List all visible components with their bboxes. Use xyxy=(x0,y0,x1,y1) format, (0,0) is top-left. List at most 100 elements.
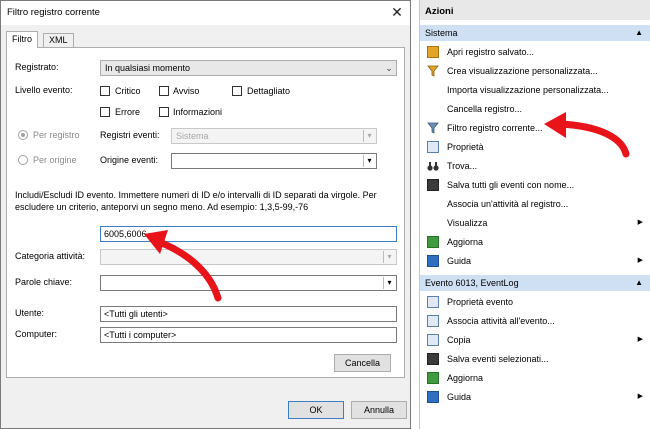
action-cancella-registro[interactable]: Cancella registro... xyxy=(420,100,650,118)
refresh-icon xyxy=(427,236,439,248)
save-icon xyxy=(427,353,439,365)
action-label: Cancella registro... xyxy=(447,104,523,114)
computer-input[interactable]: <Tutti i computer> xyxy=(100,327,397,343)
action-salva-tutti[interactable]: Salva tutti gli eventi con nome... xyxy=(420,176,650,194)
dettagliato-checkbox[interactable] xyxy=(232,86,242,96)
utente-input[interactable]: <Tutti gli utenti> xyxy=(100,306,397,322)
filter-icon xyxy=(427,122,439,134)
categoria-label: Categoria attività: xyxy=(15,251,86,261)
registrato-label: Registrato: xyxy=(15,62,59,72)
folder-icon xyxy=(427,46,439,58)
action-associa-evento[interactable]: Associa attività all'evento... xyxy=(420,312,650,330)
registri-label: Registri eventi: xyxy=(100,130,160,140)
errore-checkbox[interactable] xyxy=(100,107,110,117)
action-importa-visualizzazione[interactable]: Importa visualizzazione personalizzata..… xyxy=(420,81,650,99)
action-label: Aggiorna xyxy=(447,373,484,383)
categoria-select[interactable]: ▾ xyxy=(100,249,397,265)
chevron-down-icon: ▾ xyxy=(383,277,395,289)
action-apri-registro[interactable]: Apri registro salvato... xyxy=(420,43,650,61)
action-proprieta[interactable]: Proprietà xyxy=(420,138,650,156)
actions-header: Azioni xyxy=(420,0,650,20)
help-icon xyxy=(427,255,439,267)
action-crea-visualizzazione[interactable]: Crea visualizzazione personalizzata... xyxy=(420,62,650,80)
origine-label: Origine eventi: xyxy=(100,155,159,165)
action-filtro-registro[interactable]: Filtro registro corrente... xyxy=(420,119,650,137)
copy-icon xyxy=(427,334,439,346)
dettagliato-label: Dettagliato xyxy=(247,86,291,96)
registrato-value: In qualsiasi momento xyxy=(105,63,191,73)
submenu-arrow-icon: ▶ xyxy=(637,393,643,400)
action-label: Guida xyxy=(447,256,472,266)
computer-label: Computer: xyxy=(15,329,58,339)
computer-value: <Tutti i computer> xyxy=(104,330,177,340)
refresh-icon xyxy=(427,372,439,384)
avviso-label: Avviso xyxy=(173,86,200,96)
submenu-arrow-icon: ▶ xyxy=(637,257,643,264)
per-origine-radio[interactable] xyxy=(18,155,28,165)
informazioni-label: Informazioni xyxy=(173,107,223,117)
action-aggiorna[interactable]: Aggiorna xyxy=(420,233,650,251)
event-id-value: 6005,6006 xyxy=(104,229,147,239)
avviso-checkbox[interactable] xyxy=(159,86,169,96)
action-label: Salva tutti gli eventi con nome... xyxy=(447,180,575,190)
action-salva-eventi[interactable]: Salva eventi selezionati... xyxy=(420,350,650,368)
registri-value: Sistema xyxy=(176,131,209,141)
parole-label: Parole chiave: xyxy=(15,277,73,287)
action-trova[interactable]: Trova... xyxy=(420,157,650,175)
action-associa-attivita[interactable]: Associa un'attività al registro... xyxy=(420,195,650,213)
filter-dialog: Filtro registro corrente ✕ Filtro XML Re… xyxy=(0,0,411,429)
close-icon[interactable]: ✕ xyxy=(384,1,410,25)
utente-label: Utente: xyxy=(15,308,45,318)
action-guida-evento[interactable]: Guida ▶ xyxy=(420,388,650,406)
ok-button[interactable]: OK xyxy=(288,401,344,419)
task-icon xyxy=(427,315,439,327)
action-label: Filtro registro corrente... xyxy=(447,123,543,133)
filter-icon xyxy=(427,65,439,77)
section-evento[interactable]: Evento 6013, EventLog ▲ xyxy=(420,275,650,291)
dialog-titlebar: Filtro registro corrente ✕ xyxy=(1,1,410,25)
collapse-icon[interactable]: ▲ xyxy=(635,275,643,291)
chevron-down-icon: ▾ xyxy=(363,130,375,142)
tab-filtro[interactable]: Filtro xyxy=(6,31,38,48)
dialog-title: Filtro registro corrente xyxy=(7,7,100,18)
action-label: Guida xyxy=(447,392,472,402)
cancella-button[interactable]: Cancella xyxy=(334,354,391,372)
registrato-select[interactable]: In qualsiasi momento ⌄ xyxy=(100,60,397,76)
properties-icon xyxy=(427,141,439,153)
section-sistema[interactable]: Sistema ▲ xyxy=(420,25,650,41)
id-description: Includi/Escludi ID evento. Immettere num… xyxy=(15,190,377,212)
action-label: Apri registro salvato... xyxy=(447,47,535,57)
action-label: Proprietà xyxy=(447,142,484,152)
collapse-icon[interactable]: ▲ xyxy=(635,25,643,41)
origine-select[interactable]: ▾ xyxy=(171,153,377,169)
section-sistema-title: Sistema xyxy=(425,28,458,38)
per-registro-radio[interactable] xyxy=(18,130,28,140)
properties-icon xyxy=(427,296,439,308)
action-label: Associa attività all'evento... xyxy=(447,316,555,326)
action-label: Importa visualizzazione personalizzata..… xyxy=(447,85,609,95)
submenu-arrow-icon: ▶ xyxy=(637,336,643,343)
action-label: Trova... xyxy=(447,161,478,171)
errore-label: Errore xyxy=(115,107,141,117)
action-label: Associa un'attività al registro... xyxy=(447,199,569,209)
critico-checkbox[interactable] xyxy=(100,86,110,96)
parole-select[interactable]: ▾ xyxy=(100,275,397,291)
action-label: Salva eventi selezionati... xyxy=(447,354,549,364)
section-evento-title: Evento 6013, EventLog xyxy=(425,278,519,288)
action-visualizza[interactable]: Visualizza ▶ xyxy=(420,214,650,232)
action-guida[interactable]: Guida ▶ xyxy=(420,252,650,270)
action-aggiorna-evento[interactable]: Aggiorna xyxy=(420,369,650,387)
chevron-down-icon: ▾ xyxy=(363,155,375,167)
submenu-arrow-icon: ▶ xyxy=(637,219,643,226)
tab-xml[interactable]: XML xyxy=(43,33,74,47)
registri-select[interactable]: Sistema ▾ xyxy=(171,128,377,144)
annulla-button[interactable]: Annulla xyxy=(351,401,407,419)
action-label: Proprietà evento xyxy=(447,297,514,307)
critico-label: Critico xyxy=(115,86,141,96)
utente-value: <Tutti gli utenti> xyxy=(104,309,168,319)
action-label: Visualizza xyxy=(447,218,488,228)
action-proprieta-evento[interactable]: Proprietà evento xyxy=(420,293,650,311)
action-copia[interactable]: Copia ▶ xyxy=(420,331,650,349)
informazioni-checkbox[interactable] xyxy=(159,107,169,117)
event-id-input[interactable]: 6005,6006 xyxy=(100,226,397,242)
